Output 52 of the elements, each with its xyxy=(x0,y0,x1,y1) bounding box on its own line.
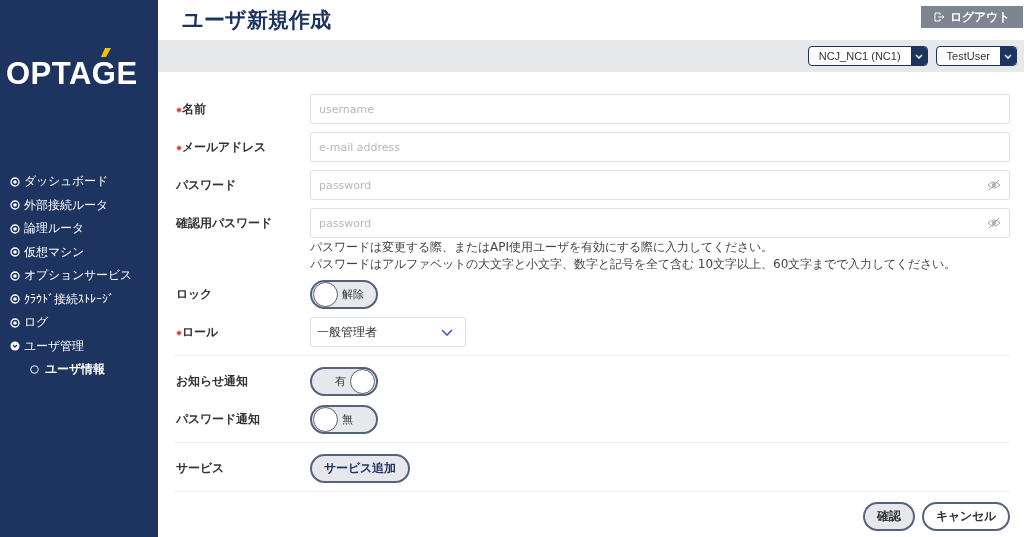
nav-item[interactable]: 論理ルータ xyxy=(0,217,158,241)
nav-item[interactable]: 外部接続ルータ xyxy=(0,193,158,217)
nav-item[interactable]: ログ xyxy=(0,311,158,335)
eye-slash-icon xyxy=(987,179,1001,191)
cancel-button[interactable]: キャンセル xyxy=(922,502,1010,531)
role-dropdown[interactable]: 一般管理者 xyxy=(310,317,466,347)
logout-icon xyxy=(934,12,945,22)
toggle-switch[interactable]: 解除 xyxy=(310,279,378,309)
expand-icon xyxy=(10,200,20,211)
circle-icon xyxy=(30,364,39,374)
toggle-switch[interactable]: 有 xyxy=(310,366,378,396)
field-label: 名前 xyxy=(182,101,206,116)
dropdown[interactable]: NCJ_NC1 (NC1) xyxy=(807,46,928,66)
expand-icon xyxy=(10,317,20,328)
field-label: パスワード通知 xyxy=(176,411,260,426)
nav-item[interactable]: ユーザ管理 xyxy=(0,334,158,358)
field-label: パスワード xyxy=(176,177,236,192)
nav-item[interactable]: オプションサービス xyxy=(0,264,158,288)
nav-subitem[interactable]: ユーザ情報 xyxy=(0,358,158,380)
input-field[interactable]: password xyxy=(310,208,1010,238)
field-label: サービス xyxy=(176,460,224,475)
caret-icon xyxy=(1004,53,1012,59)
eye-slash-icon xyxy=(987,217,1001,229)
logo-accent-icon xyxy=(101,48,111,57)
confirm-button[interactable]: 確認 xyxy=(863,502,915,531)
expand-icon xyxy=(10,294,20,305)
expand-icon xyxy=(10,223,20,234)
collapse-icon xyxy=(10,341,20,352)
field-label: お知らせ通知 xyxy=(176,373,248,388)
input-field[interactable]: e-mail address xyxy=(310,132,1010,162)
hint-text: パスワードは変更する際、またはAPI使用ユーザを有効にする際に入力してください。 xyxy=(310,239,774,256)
field-label: 確認用パスワード xyxy=(176,215,272,230)
input-field[interactable]: password xyxy=(310,170,1010,200)
dropdown[interactable]: TestUser xyxy=(935,46,1017,66)
logout-button[interactable]: ログアウト xyxy=(921,6,1023,28)
expand-icon xyxy=(10,270,20,281)
expand-icon xyxy=(10,247,20,258)
chevron-down-icon xyxy=(441,328,453,336)
hint-text: パスワードはアルファベットの大文字と小文字、数字と記号を全て含む 10文字以上、60文字までで入力してください。 xyxy=(310,256,958,273)
page-title: ユーザ新規作成 xyxy=(182,7,331,34)
nav-item[interactable]: ダッシュボード xyxy=(0,170,158,194)
caret-icon xyxy=(914,53,923,59)
expand-icon xyxy=(10,176,20,187)
nav-item[interactable]: ｸﾗｳﾄﾞ接続ｽﾄﾚｰｼﾞ xyxy=(0,287,158,311)
nav-item[interactable]: 仮想マシン xyxy=(0,240,158,264)
logo-text: OPTAGE xyxy=(6,56,138,92)
field-label: ロール xyxy=(182,324,218,339)
field-label: ロック xyxy=(176,286,212,301)
toggle-switch[interactable]: 無 xyxy=(310,404,378,434)
add-service-button[interactable]: サービス追加 xyxy=(310,453,410,483)
field-label: メールアドレス xyxy=(182,139,266,154)
input-field[interactable]: username xyxy=(310,94,1010,124)
